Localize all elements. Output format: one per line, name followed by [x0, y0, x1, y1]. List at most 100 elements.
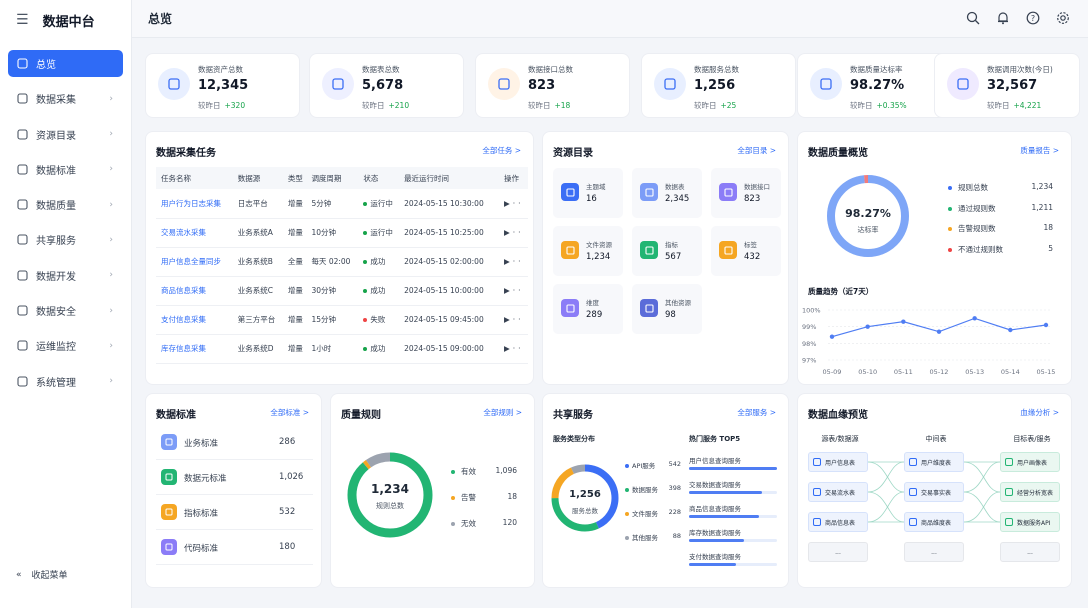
all-tasks-link[interactable]: 全部任务 > [482, 145, 521, 156]
catalog-tile[interactable]: 数据接口 823 [711, 168, 781, 218]
lineage-node[interactable]: ... [904, 542, 964, 562]
play-icon[interactable]: ▶ [504, 315, 513, 324]
task-status: 失败 [358, 305, 400, 335]
hot-service-item[interactable]: 支付数据查询服务654 [689, 551, 831, 566]
stat-value: 823 [528, 78, 556, 93]
lineage-preview-card: 数据血缘预览 血缘分析 > 源表/数据源 中间表 目标表/服务 用户信息表 交易流… [797, 393, 1072, 588]
legend-label: 不通过规则数 [958, 244, 1003, 254]
task-status: 成功 [358, 247, 400, 277]
quality-rules-card: 质量规则 全部规则 > 1,234 规则总数 有效 1,096 告警 18 无效 120 [330, 393, 535, 588]
status-text: 失败 [370, 315, 386, 324]
more-icon[interactable]: ·· [513, 228, 524, 237]
legend-label: 文件服务 [632, 510, 658, 518]
standard-row[interactable]: 业务标准 286 [156, 426, 313, 460]
sidebar-item-label: 数据开发 [36, 271, 76, 283]
sidebar-item-6[interactable]: 数据开发 › [8, 262, 123, 289]
sidebar-item-0[interactable]: 总览 [8, 50, 123, 77]
task-name-link[interactable]: 商品信息采集 [156, 276, 233, 306]
topbar: 总览 ? [132, 0, 1088, 38]
more-icon[interactable]: ·· [513, 344, 524, 353]
task-type: 全量 [282, 247, 307, 277]
x-tick-label: 05-12 [930, 368, 949, 376]
catalog-label: 数据接口 [744, 183, 770, 191]
stat-compare: 较昨日 +25 [694, 100, 736, 111]
legend-dot [948, 206, 952, 211]
sidebar-item-7[interactable]: 数据安全 › [8, 297, 123, 324]
lineage-node[interactable]: 用户维度表 [904, 452, 964, 472]
more-icon[interactable]: ·· [513, 257, 524, 266]
more-icon[interactable]: ·· [513, 199, 524, 208]
standard-row[interactable]: 数据元标准 1,026 [156, 461, 313, 495]
catalog-tile[interactable]: 数据表 2,345 [632, 168, 702, 218]
task-name-link[interactable]: 用户行为日志采集 [156, 189, 233, 219]
standard-row[interactable]: 指标标准 532 [156, 496, 313, 530]
table-icon [909, 518, 917, 526]
more-icon[interactable]: ·· [513, 286, 524, 295]
task-name-link[interactable]: 交易流水采集 [156, 218, 233, 248]
hot-service-item[interactable]: 商品信息查询服务987 [689, 503, 831, 518]
catalog-tile[interactable]: 指标 567 [632, 226, 702, 276]
hamburger-icon[interactable]: ☰ [16, 12, 29, 28]
sidebar-item-8[interactable]: 运维监控 › [8, 332, 123, 359]
catalog-tile[interactable]: 标签 432 [711, 226, 781, 276]
hot-service-item[interactable]: 库存数据查询服务765 [689, 527, 831, 542]
lineage-node[interactable]: 经营分析宽表 [1000, 482, 1060, 502]
all-rules-link[interactable]: 全部规则 > [483, 407, 522, 418]
dist-title: 服务类型分布 [553, 435, 595, 443]
search-icon[interactable] [966, 11, 982, 27]
sidebar-item-4[interactable]: 数据质量 › [8, 191, 123, 218]
task-name-link[interactable]: 用户信息全量同步 [156, 247, 233, 277]
catalog-tile[interactable]: 主题域 16 [553, 168, 623, 218]
legend-label: 通过规则数 [958, 203, 996, 213]
quality-report-link[interactable]: 质量报告 > [1020, 145, 1059, 156]
task-name-link[interactable]: 支付信息采集 [156, 305, 233, 335]
all-standards-link[interactable]: 全部标准 > [270, 407, 309, 418]
lineage-node-label: 数据服务API [1017, 519, 1051, 527]
monitor-icon [15, 339, 29, 353]
catalog-label: 其他资源 [665, 299, 691, 307]
all-services-link[interactable]: 全部服务 > [737, 407, 776, 418]
hot-service-item[interactable]: 用户信息查询服务1,234 [689, 455, 831, 470]
hot-service-item[interactable]: 交易数据查询服务1,023 [689, 479, 831, 494]
legend-dot [625, 536, 629, 540]
help-icon[interactable]: ? [1026, 11, 1042, 27]
sidebar-item-9[interactable]: 系统管理 › [8, 368, 123, 395]
play-icon[interactable]: ▶ [504, 286, 513, 295]
lineage-node[interactable]: 数据服务API [1000, 512, 1060, 532]
hot-bar-track [689, 467, 777, 470]
settings-gear-icon[interactable] [1056, 11, 1072, 27]
lineage-node[interactable]: 用户画像表 [1000, 452, 1060, 472]
sidebar-item-5[interactable]: 共享服务 › [8, 226, 123, 253]
play-icon[interactable]: ▶ [504, 257, 513, 266]
lineage-node[interactable]: ... [1000, 542, 1060, 562]
lineage-node[interactable]: ... [808, 542, 868, 562]
task-type: 增量 [282, 305, 307, 335]
task-actions: ▶·· [498, 189, 528, 219]
catalog-tile[interactable]: 其他资源 98 [632, 284, 702, 334]
standard-row[interactable]: 代码标准 180 [156, 531, 313, 565]
lineage-node[interactable]: 用户信息表 [808, 452, 868, 472]
standard-label: 业务标准 [184, 439, 219, 449]
all-catalog-link[interactable]: 全部目录 > [737, 145, 776, 156]
play-icon[interactable]: ▶ [504, 344, 513, 353]
collapse-menu-button[interactable]: « 收起菜单 [16, 568, 68, 582]
bell-icon[interactable] [996, 11, 1012, 27]
task-source: 业务系统D [232, 334, 283, 364]
catalog-tile[interactable]: 文件资源 1,234 [553, 226, 623, 276]
lineage-node[interactable]: 交易流水表 [808, 482, 868, 502]
lineage-node[interactable]: 商品信息表 [808, 512, 868, 532]
sidebar-item-1[interactable]: 数据采集 › [8, 85, 123, 112]
play-icon[interactable]: ▶ [504, 228, 513, 237]
more-icon[interactable]: ·· [513, 315, 524, 324]
play-icon[interactable]: ▶ [504, 199, 513, 208]
lineage-node[interactable]: 商品维度表 [904, 512, 964, 532]
service-icon [654, 68, 686, 100]
catalog-tile[interactable]: 维度 289 [553, 284, 623, 334]
sidebar-item-3[interactable]: 数据标准 › [8, 156, 123, 183]
share-icon [15, 233, 29, 247]
legend-label: 规则总数 [958, 183, 988, 192]
quality-legend-item: 规则总数 1,234 [948, 182, 1053, 193]
lineage-node[interactable]: 交易事实表 [904, 482, 964, 502]
task-name-link[interactable]: 库存信息采集 [156, 334, 233, 364]
sidebar-item-2[interactable]: 资源目录 › [8, 121, 123, 148]
